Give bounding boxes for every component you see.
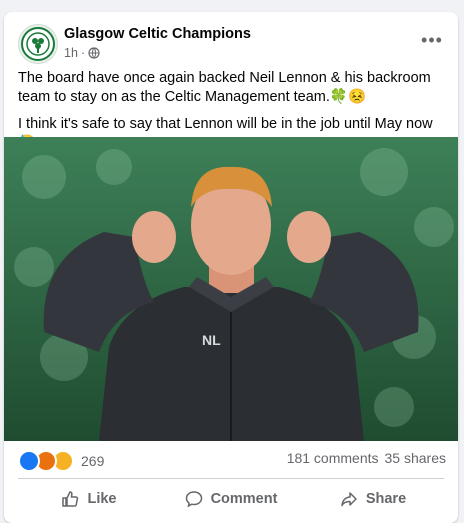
share-button[interactable]: Share (302, 482, 444, 516)
post-time[interactable]: 1h (64, 46, 78, 60)
thumbs-up-icon (62, 491, 79, 507)
reaction-count[interactable]: 269 (81, 453, 104, 469)
comments-count[interactable]: 181 comments (287, 450, 379, 466)
like-reaction-icon (18, 450, 40, 472)
comment-label: Comment (210, 491, 278, 507)
comment-icon (185, 491, 202, 508)
like-label: Like (87, 491, 117, 507)
jacket-initials: NL (202, 332, 221, 348)
post-actions: Like Comment Share (18, 482, 444, 516)
share-icon (341, 492, 357, 507)
post-meta: 1h · (64, 46, 100, 60)
page-avatar[interactable] (18, 24, 58, 64)
more-options-icon[interactable]: ••• (418, 30, 446, 54)
meta-separator: · (80, 46, 86, 60)
like-button[interactable]: Like (18, 482, 160, 516)
comment-button[interactable]: Comment (160, 482, 302, 516)
post-paragraph-1: The board have once again backed Neil Le… (18, 70, 431, 105)
post-stats: 269 181 comments 35 shares (18, 448, 446, 472)
share-label: Share (365, 491, 407, 507)
globe-icon (88, 47, 100, 59)
shares-count[interactable]: 35 shares (385, 450, 446, 466)
photo-canvas: NL (4, 137, 458, 441)
post-photo[interactable]: NL (4, 137, 458, 441)
reaction-summary[interactable]: 269 (18, 450, 104, 472)
post-card: Glasgow Celtic Champions 1h · ••• The bo… (4, 12, 458, 523)
page-name-link[interactable]: Glasgow Celtic Champions (64, 26, 251, 42)
post-header: Glasgow Celtic Champions 1h · ••• (18, 24, 446, 64)
actions-divider (18, 478, 444, 479)
engagement-counts: 181 comments 35 shares (287, 450, 446, 466)
celtic-crest-icon (21, 27, 55, 61)
